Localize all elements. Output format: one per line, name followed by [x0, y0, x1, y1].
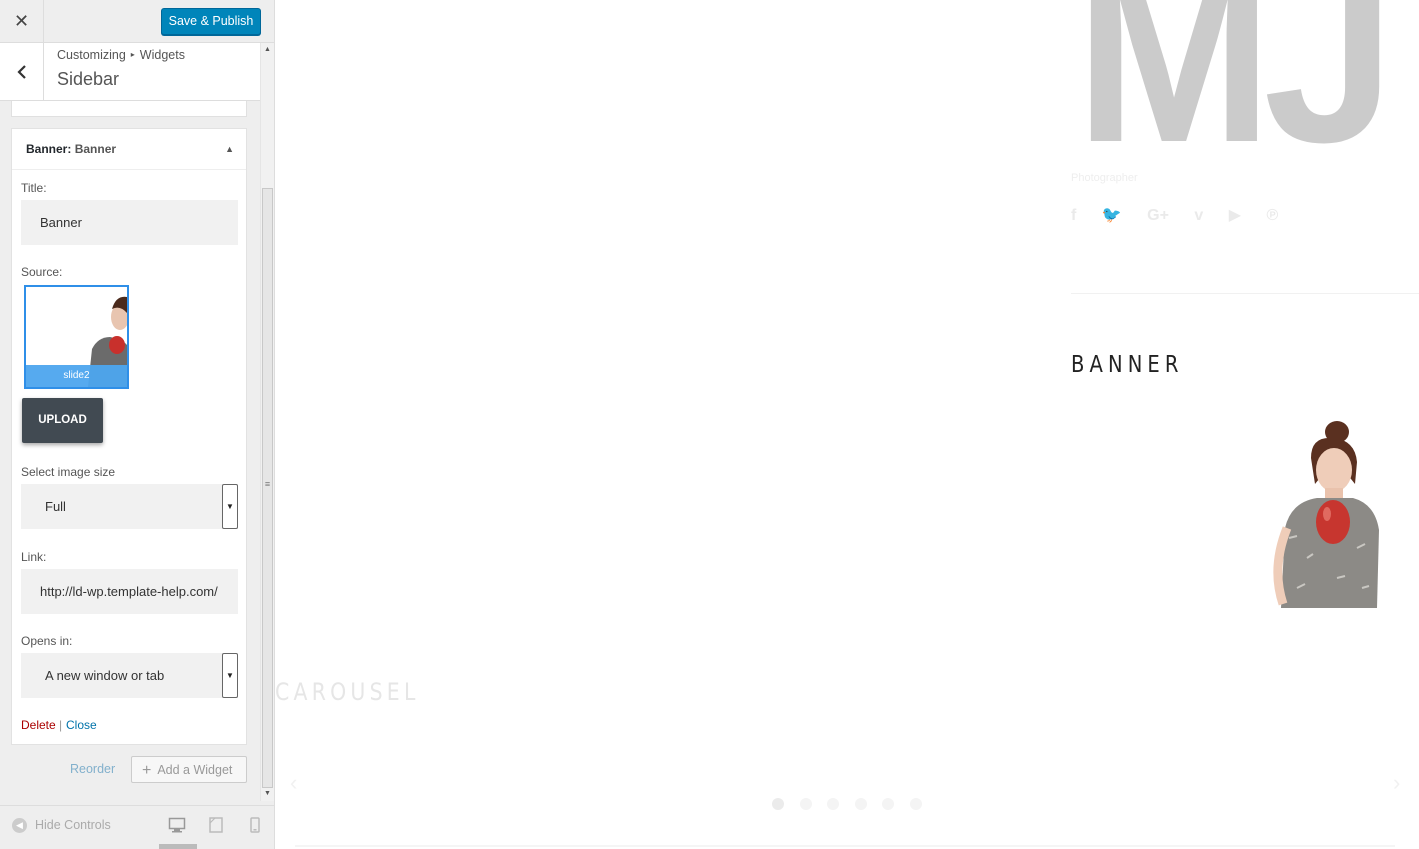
opens-in-value: A new window or tab	[45, 668, 165, 683]
breadcrumb-root: Customizing	[57, 48, 126, 62]
close-link[interactable]: Close	[66, 718, 97, 732]
carousel-dot[interactable]	[799, 798, 812, 810]
dropdown-arrow-icon[interactable]: ▼	[222, 653, 238, 698]
tablet-preview-button[interactable]	[207, 816, 229, 838]
carousel-dot[interactable]	[882, 798, 894, 810]
vimeo-icon[interactable]: v	[1194, 207, 1203, 225]
chevron-left-icon	[16, 64, 26, 79]
carousel-dot[interactable]	[854, 798, 867, 810]
widgets-list: Banner: Banner ▲ Title: Banner Source: s…	[0, 101, 260, 801]
site-tagline: Photographer	[1071, 172, 1138, 184]
scrollbar-grip: ≡	[264, 479, 271, 489]
desktop-icon	[168, 817, 186, 833]
panel-scrollbar[interactable]: ▲ ≡ ▼	[260, 43, 274, 801]
widget-title: Banner	[74, 142, 117, 156]
carousel-dot[interactable]	[827, 798, 839, 810]
close-customizer-button[interactable]: ✕	[0, 0, 44, 43]
twitter-icon[interactable]: 🐦	[1102, 205, 1122, 225]
add-widget-button[interactable]: + Add a Widget	[131, 756, 247, 783]
breadcrumb-separator: ▸	[130, 50, 135, 59]
hide-controls-label: Hide Controls	[35, 818, 111, 832]
carousel-dots	[772, 797, 937, 815]
image-caption: slide2	[26, 365, 127, 387]
customizer-panel: ✕ Save & Publish Customizing ▸ Widgets Sid…	[0, 0, 275, 849]
arrow-left-circle-icon: ◀	[12, 818, 27, 834]
facebook-icon[interactable]: f	[1071, 207, 1076, 225]
link-input[interactable]: http://ld-wp.template-help.com/	[21, 569, 238, 614]
reorder-link[interactable]: Reorder	[70, 762, 115, 776]
banner-widget-title: BANNER	[1071, 352, 1184, 378]
back-button[interactable]	[0, 43, 44, 101]
section-header: Customizing ▸ Widgets Sidebar	[0, 43, 260, 101]
link-separator: |	[59, 718, 63, 732]
carousel-prev-arrow-icon[interactable]: ‹	[290, 770, 297, 796]
carousel-dot[interactable]	[772, 798, 784, 810]
title-label: Title:	[21, 181, 47, 195]
tablet-icon	[209, 817, 223, 833]
carousel-dot[interactable]	[909, 798, 922, 810]
banner-widget: Banner: Banner ▲ Title: Banner Source: s…	[11, 128, 247, 745]
footer-line	[295, 845, 1395, 847]
breadcrumb-current: Widgets	[139, 48, 185, 62]
image-size-value: Full	[45, 499, 66, 514]
scroll-down-arrow[interactable]: ▼	[261, 787, 274, 801]
carousel-next-arrow-icon[interactable]: ›	[1393, 770, 1400, 796]
source-label: Source:	[21, 265, 63, 279]
breadcrumb: Customizing ▸ Widgets	[57, 48, 185, 62]
upload-button[interactable]: UPLOAD	[22, 398, 103, 443]
social-links: f 🐦 G+ v ▶ ℗	[1071, 205, 1299, 225]
widget-header[interactable]: Banner: Banner ▲	[12, 129, 246, 170]
carousel-title: CAROUSEL	[275, 678, 420, 706]
previous-widget[interactable]	[11, 101, 247, 117]
image-size-select[interactable]: Full ▼	[21, 484, 238, 529]
youtube-icon[interactable]: ▶	[1229, 205, 1241, 225]
delete-link[interactable]: Delete	[21, 718, 56, 732]
opens-in-select[interactable]: A new window or tab ▼	[21, 653, 238, 698]
collapse-arrow-icon[interactable]: ▲	[225, 129, 234, 170]
widget-type: Banner:	[26, 142, 72, 156]
add-widget-label: Add a Widget	[157, 763, 233, 777]
source-image-thumbnail[interactable]: slide2	[24, 285, 129, 389]
active-device-indicator	[159, 844, 197, 849]
scrollbar-thumb[interactable]: ≡	[262, 188, 273, 788]
link-label: Link:	[21, 550, 47, 564]
customizer-footer: ◀ Hide Controls	[0, 805, 274, 849]
site-preview: MJ Photographer f 🐦 G+ v ▶ ℗ BANNER CARO…	[275, 0, 1419, 849]
title-input[interactable]: Banner	[21, 200, 238, 245]
opens-in-label: Opens in:	[21, 634, 73, 648]
desktop-preview-button[interactable]	[168, 816, 190, 838]
plus-icon: +	[142, 762, 152, 779]
sidebar-divider	[1071, 293, 1419, 294]
google-plus-icon[interactable]: G+	[1147, 207, 1169, 225]
customizer-header: ✕ Save & Publish	[0, 0, 274, 43]
mobile-icon	[250, 817, 260, 833]
pinterest-icon[interactable]: ℗	[1267, 207, 1279, 225]
site-logo[interactable]: MJ	[1075, 0, 1395, 180]
section-title: Sidebar	[57, 69, 120, 89]
scroll-up-arrow[interactable]: ▲	[261, 43, 274, 57]
mobile-preview-button[interactable]	[246, 816, 268, 838]
dropdown-arrow-icon[interactable]: ▼	[222, 484, 238, 529]
save-publish-button[interactable]: Save & Publish	[161, 8, 261, 35]
image-size-label: Select image size	[21, 465, 116, 479]
hide-controls-button[interactable]: ◀ Hide Controls	[12, 818, 111, 834]
banner-image[interactable]	[1267, 418, 1387, 608]
